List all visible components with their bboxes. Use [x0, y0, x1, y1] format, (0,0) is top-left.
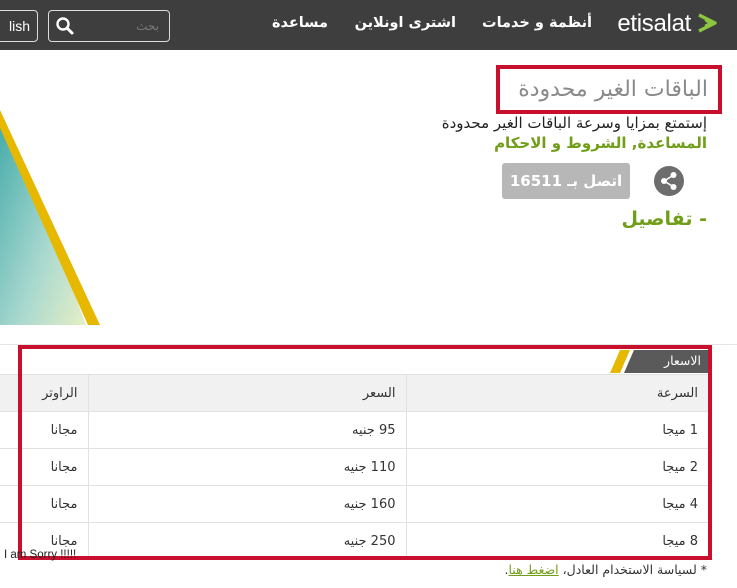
overlay-text: I am Sorry !!!!! — [4, 549, 77, 561]
page-title: الباقات الغير محدودة — [518, 77, 708, 102]
policy-text: * لسياسة الاستخدام العادل، — [558, 562, 707, 577]
help-terms-link[interactable]: المساعدة, الشروط و الاحكام — [494, 134, 707, 152]
fair-use-policy-link[interactable]: اضغط هنا — [509, 562, 559, 577]
etisalat-logo[interactable]: etisalat — [617, 10, 691, 38]
prices-highlight-frame — [18, 345, 712, 560]
call-16511-button[interactable]: اتصل بـ 16511 — [502, 163, 630, 199]
share-button[interactable] — [654, 166, 684, 196]
plan-description: إستمتع بمزايا وسرعة الباقات الغير محدودة — [441, 114, 707, 132]
search-icon[interactable] — [55, 16, 75, 36]
language-toggle-button[interactable]: lish — [0, 10, 38, 42]
details-link[interactable]: - تفاصيل — [621, 208, 707, 230]
search-placeholder: بحث — [136, 19, 159, 33]
nav-item-plans-services[interactable]: أنظمة و خدمات — [482, 15, 592, 31]
nav-item-buy-online[interactable]: اشترى اونلاين — [355, 15, 456, 31]
nav-item-help[interactable]: مساعدة — [272, 15, 328, 31]
fair-use-policy-note: * لسياسة الاستخدام العادل، اضغط هنا. — [505, 562, 707, 577]
etisalat-logo-mark-icon — [698, 13, 717, 33]
search-input[interactable]: بحث — [48, 10, 170, 42]
hero-decorative-artwork — [0, 50, 110, 325]
top-navigation-bar: lish بحث مساعدة اشترى اونلاين أنظمة و خد… — [0, 0, 737, 50]
plan-title-highlight: الباقات الغير محدودة — [496, 65, 722, 114]
share-icon — [661, 172, 677, 190]
